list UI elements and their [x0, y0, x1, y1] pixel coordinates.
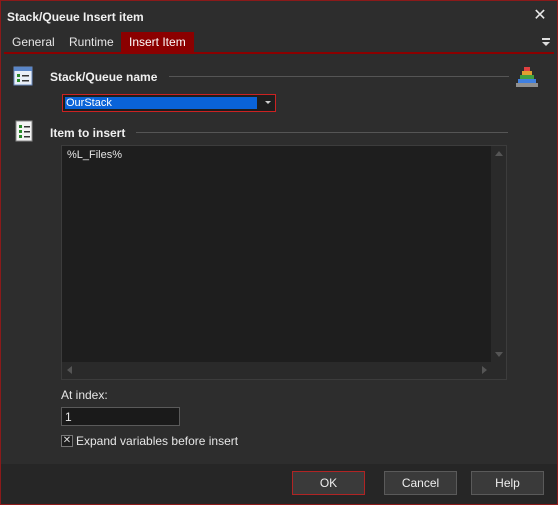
stack-queue-name-label: Stack/Queue name	[50, 70, 158, 84]
tab-content: Stack/Queue name OurStack Item to insert	[4, 56, 554, 464]
tab-general[interactable]: General	[4, 32, 63, 54]
item-textarea-value: %L_Files%	[67, 149, 123, 161]
item-to-insert-label: Item to insert	[50, 126, 126, 140]
section-divider	[136, 132, 508, 133]
vertical-scrollbar[interactable]	[491, 146, 506, 362]
expand-variables-label: Expand variables before insert	[76, 434, 239, 448]
checklist-icon	[15, 120, 33, 142]
scroll-down-icon[interactable]	[495, 352, 503, 357]
stack-pyramid-icon	[516, 67, 538, 87]
help-button[interactable]: Help	[471, 471, 544, 495]
dialog-window: Stack/Queue Insert item ✕ General Runtim…	[0, 0, 558, 505]
scroll-left-icon[interactable]	[67, 366, 72, 374]
tab-bar: General Runtime Insert Item	[4, 32, 554, 54]
section-divider	[169, 76, 509, 77]
title-bar[interactable]: Stack/Queue Insert item ✕	[1, 1, 557, 32]
scroll-corner	[491, 362, 506, 379]
scroll-up-icon[interactable]	[495, 151, 503, 156]
stack-queue-selected-value: OurStack	[65, 97, 257, 109]
dialog-footer: OK Cancel Help	[1, 464, 557, 504]
horizontal-scrollbar[interactable]	[62, 362, 492, 379]
chevron-down-icon[interactable]	[265, 101, 271, 104]
list-icon	[13, 66, 33, 86]
tab-insert-item[interactable]: Insert Item	[121, 32, 194, 54]
window-title: Stack/Queue Insert item	[7, 10, 144, 24]
expand-variables-checkbox[interactable]: ✕	[61, 435, 73, 447]
item-textarea[interactable]: %L_Files%	[61, 145, 507, 380]
scroll-right-icon[interactable]	[482, 366, 487, 374]
ok-button[interactable]: OK	[292, 471, 365, 495]
tab-runtime[interactable]: Runtime	[61, 32, 122, 54]
at-index-input[interactable]	[61, 407, 180, 426]
cancel-button[interactable]: Cancel	[384, 471, 457, 495]
tab-menu-icon[interactable]	[540, 35, 552, 49]
close-button[interactable]: ✕	[531, 7, 549, 25]
stack-queue-select[interactable]: OurStack	[62, 94, 276, 112]
at-index-label: At index:	[61, 388, 108, 402]
